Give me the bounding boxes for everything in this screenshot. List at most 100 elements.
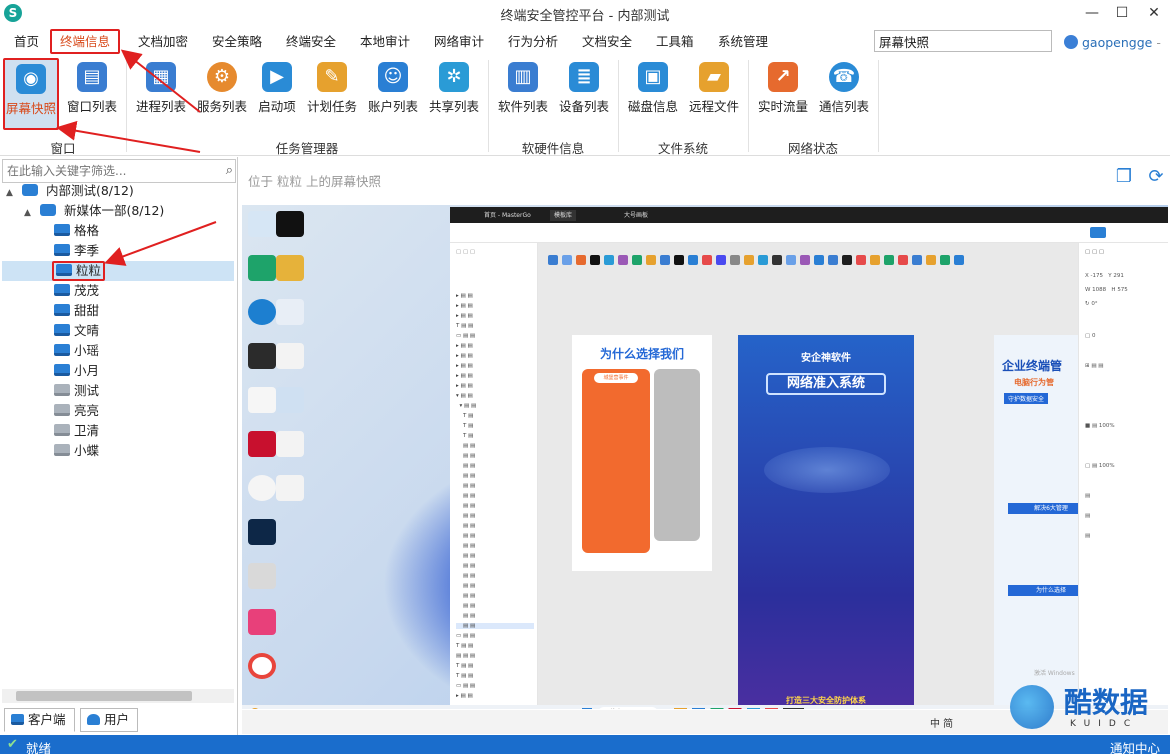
ribbon-button-startup[interactable]: ▶ 启动项 [247,58,307,130]
tab-user[interactable]: 用户 [80,708,139,732]
computer-online-icon [54,224,70,236]
ribbon-button-remote-file[interactable]: ▰ 远程文件 [684,58,744,130]
process-list-icon: ▦ [146,62,176,92]
design-app-window: 首页 - MasterGo 模板库 大号画板 ▢ ▢ ▢ ▸ ▤ ▤ ▸ ▤ ▤… [450,207,1168,707]
maximize-button[interactable]: ☐ [1106,2,1138,24]
design-card-terminal-management: 企业终端管 电脑行为管 守护数据安全 解决6大管理 为什么选择 [994,335,1078,707]
ribbon-button-process-list[interactable]: ▦ 进程列表 [131,58,191,130]
tree-terminal-node[interactable]: 甜甜 [54,301,99,321]
menu-item-security-policy[interactable]: 安全策略 [206,31,268,53]
computer-online-icon [54,364,70,376]
ribbon-button-service-list[interactable]: ⚙ 服务列表 [192,58,252,130]
acrobat-icon [248,431,276,457]
horizontal-scrollbar[interactable] [2,689,234,703]
user-icon [87,714,100,725]
menu-item-terminal-security[interactable]: 终端安全 [280,31,342,53]
card-grey-column [654,369,700,541]
computer-online-icon [54,344,70,356]
snapshot-location-text: 位于 粒粒 上的屏幕快照 [248,174,381,189]
computer-online-icon [54,284,70,296]
ribbon-button-window-list[interactable]: ▤ 窗口列表 [62,58,122,130]
tree-terminal-node[interactable]: 卫清 [54,421,99,441]
tree-filter-input[interactable] [2,159,236,183]
minimize-button[interactable]: — [1076,2,1108,24]
tree-terminal-node-selected[interactable]: 粒粒 [2,261,234,281]
ribbon-button-disk-info[interactable]: ▣ 磁盘信息 [623,58,683,130]
ribbon-button-scheduled-task[interactable]: ✎ 计划任务 [302,58,362,130]
security-app-icon [248,255,276,281]
tree-terminal-node[interactable]: 李季 [54,241,99,261]
tree-toggle-icon[interactable]: ▲ [6,183,18,203]
notification-center-button[interactable]: 通知中心 [1110,738,1160,754]
menu-item-behavior-analysis[interactable]: 行为分析 [502,31,564,53]
tree-terminal-node[interactable]: 小瑶 [54,341,99,361]
tree-group-node[interactable]: ▲ 新媒体一部(8/12) [24,201,164,221]
ribbon-button-communication-list[interactable]: ☎ 通信列表 [814,58,874,130]
tree-terminal-node[interactable]: 亮亮 [54,401,99,421]
watermark: 酷数据 KUIDC [1010,677,1170,735]
computer-offline-icon [54,444,70,456]
edge-icon [248,299,276,325]
menu-item-doc-security[interactable]: 文档安全 [576,31,638,53]
tree-terminal-node[interactable]: 格格 [54,221,99,241]
disk-info-icon: ▣ [638,62,668,92]
group-icon [39,204,56,216]
tree-terminal-node[interactable]: 文晴 [54,321,99,341]
menu-item-doc-encryption[interactable]: 文档加密 [132,31,194,53]
ribbon-group-label-network-status: 网络状态 [787,141,838,156]
menu-item-terminal-info[interactable]: 终端信息 [50,29,121,54]
app-icon [276,387,304,413]
tree-toggle-icon[interactable]: ▲ [24,203,36,223]
ribbon-button-account-list[interactable]: ☺ 账户列表 [363,58,423,130]
ribbon-button-screen-snapshot[interactable]: ◉ 屏幕快照 [3,58,59,130]
menu-item-local-audit[interactable]: 本地审计 [354,31,416,53]
user-caret: - [1156,34,1161,50]
card-title: 企业终端管 [1002,359,1063,373]
copy-icon[interactable]: ❐ [1114,167,1134,187]
nvidia-icon [248,343,276,369]
ribbon-group-label-task-manager: 任务管理器 [275,141,339,156]
refresh-icon[interactable]: ⟳ [1146,167,1166,187]
ribbon-button-share-list[interactable]: ✲ 共享列表 [424,58,484,130]
scrollbar-thumb[interactable] [16,691,192,701]
taskbar-apps [674,708,804,709]
menu-item-network-audit[interactable]: 网络审计 [428,31,490,53]
menu-item-home[interactable]: 首页 [8,31,45,53]
ribbon-separator [748,60,749,152]
traffic-icon: ↗ [768,62,798,92]
ribbon-button-real-time-traffic[interactable]: ↗ 实时流量 [753,58,813,130]
watermark-logo [1010,685,1054,729]
card-brand: 安企神软件 [801,353,851,364]
function-search-input[interactable] [874,30,1052,52]
watermark-text: 酷数据 [1064,686,1149,719]
computer-online-icon [56,264,72,276]
computer-offline-icon [54,404,70,416]
tree-terminal-node[interactable]: 小月 [54,361,99,381]
tree-node-label: 内部测试(8/12) [45,183,134,198]
file-icon [276,475,304,501]
menu-item-system-management[interactable]: 系统管理 [712,31,774,53]
search-icon[interactable]: ⌕ [226,163,233,178]
software-list-icon: ▥ [508,62,538,92]
close-button[interactable]: ✕ [1138,2,1170,24]
app-icon [248,563,276,589]
status-bar: ✔ 就绪 通知中心 [0,735,1170,754]
ribbon-button-software-list[interactable]: ▥ 软件列表 [493,58,553,130]
tab-client[interactable]: 客户端 [4,708,75,732]
ime-indicator: 中 简 [930,719,954,730]
windows-start-icon [582,708,592,709]
tree-root-node[interactable]: ▲ 内部测试(8/12) [6,181,134,201]
design-card-why-choose: 为什么选择我们 城堡营事件 [572,335,712,571]
card-subtitle: 电脑行为管 [1014,378,1054,387]
ribbon-separator [126,60,127,152]
user-menu[interactable]: gaopengge - [1064,33,1161,51]
menu-item-toolbox[interactable]: 工具箱 [650,31,700,53]
app-icon [248,609,276,635]
weather-icon [250,708,260,709]
tree-terminal-node[interactable]: 小蝶 [54,441,99,461]
user-icon [1064,35,1078,49]
tree-terminal-node[interactable]: 茂茂 [54,281,99,301]
scheduled-task-icon: ✎ [317,62,347,92]
tree-terminal-node[interactable]: 测试 [54,381,99,401]
ribbon-button-device-list[interactable]: ≣ 设备列表 [554,58,614,130]
